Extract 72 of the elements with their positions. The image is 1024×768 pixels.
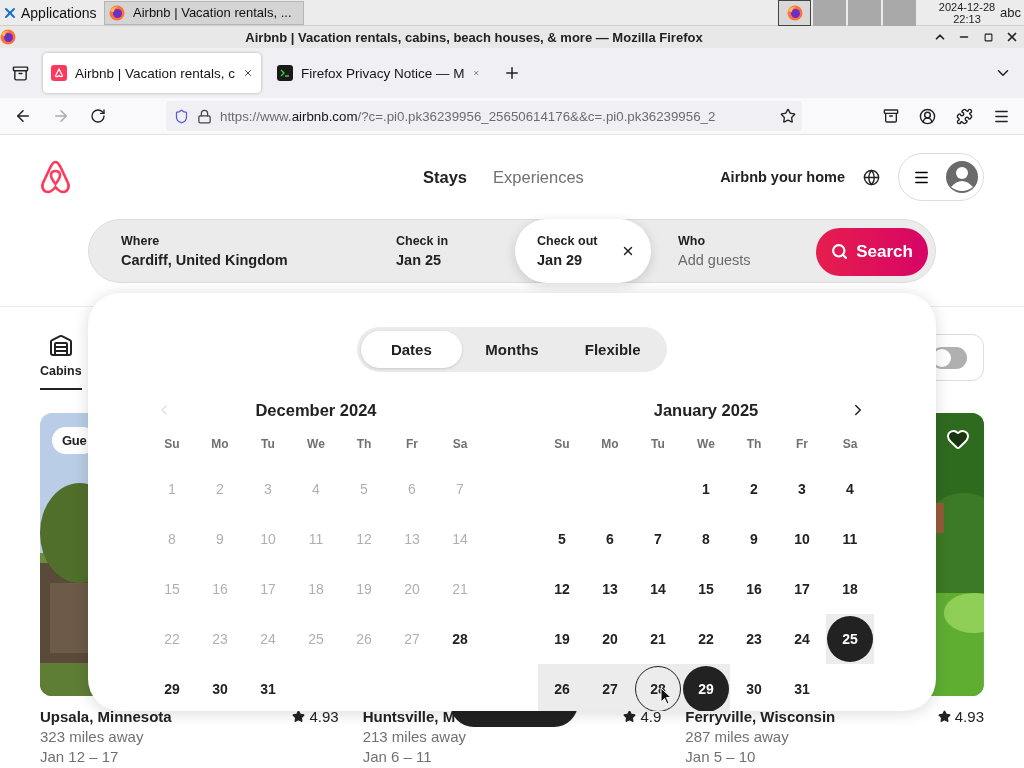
weekday-label: Th xyxy=(745,437,763,453)
weekday-label: Mo xyxy=(600,437,620,453)
month-title: January 2025 xyxy=(652,400,760,420)
mode-tab[interactable]: Flexible xyxy=(562,331,663,368)
listing-title[interactable]: Huntsville, M xyxy=(362,708,456,725)
search-button[interactable]: Search xyxy=(816,227,928,276)
search-field[interactable]: Check out Jan 29 xyxy=(515,219,651,283)
favicon-icon xyxy=(51,65,67,81)
search-field[interactable]: Where Cardiff, United Kingdom xyxy=(89,219,371,283)
terminal-icon xyxy=(277,65,293,81)
nav-tab[interactable]: Experiences xyxy=(493,159,584,195)
search-field[interactable]: Who Add guests xyxy=(651,219,816,283)
listing-dates: Jan 6 – 11 xyxy=(362,748,433,765)
clock: 2024-12-28 22:13 xyxy=(937,0,997,25)
listing-distance: 213 miles away xyxy=(362,728,468,745)
listing-title[interactable]: Ferryville, Wisconsin xyxy=(685,708,836,725)
weekday-label: We xyxy=(306,437,326,453)
workspace-cell[interactable] xyxy=(813,0,846,26)
weekday-label: Tu xyxy=(650,437,666,453)
rating: 4.93 xyxy=(292,708,339,725)
applications-menu[interactable]: Applications xyxy=(0,0,104,25)
calendar-day[interactable]: 29 xyxy=(682,664,730,711)
heart-icon[interactable] xyxy=(946,427,970,451)
calendar-day[interactable]: 27 xyxy=(586,664,634,711)
browser-tab[interactable]: Firefox Privacy Notice — M xyxy=(269,53,487,93)
firefox-icon xyxy=(109,4,125,21)
search-icon xyxy=(831,243,849,260)
mode-tab[interactable]: Months xyxy=(461,331,563,368)
mode-tab[interactable]: Dates xyxy=(361,331,462,368)
browser-tab[interactable]: Airbnb | Vacation rentals, c xyxy=(43,53,261,93)
listing-distance: 287 miles away xyxy=(685,728,790,745)
window-title: Airbnb | Vacation rentals, cabins, beach houses, & more — Mozilla Firefox xyxy=(244,29,704,45)
workspace-cell[interactable] xyxy=(778,0,811,26)
user-menu-button[interactable] xyxy=(898,153,984,201)
listing-title[interactable]: Upsala, Minnesota xyxy=(40,708,172,725)
bookmark-star-icon[interactable] xyxy=(780,108,796,124)
weekday-label: We xyxy=(696,437,716,453)
calendar-day[interactable]: 25 xyxy=(826,614,874,664)
month-title: December 2024 xyxy=(254,400,378,420)
logo-icon[interactable] xyxy=(40,160,71,194)
workspace-cell[interactable] xyxy=(883,0,916,26)
url-field[interactable]: https://www.airbnb.com/?c=.pi0.pk36239956_25650614176&&c=.pi0.pk36239956_2 xyxy=(166,101,802,131)
category-tab[interactable]: Cabins xyxy=(40,334,82,390)
listing-dates: Jan 5 – 10 xyxy=(685,748,757,765)
weekday-label: Fr xyxy=(405,437,419,453)
host-link[interactable]: Airbnb your home xyxy=(712,159,853,195)
weekday-label: Th xyxy=(355,437,373,453)
avatar-icon xyxy=(946,161,978,193)
guests-input[interactable]: Add guests xyxy=(678,252,798,268)
weekday-label: Fr xyxy=(795,437,809,453)
workspace-cell[interactable] xyxy=(848,0,881,26)
firefox-icon xyxy=(0,29,16,45)
keyboard-layout[interactable]: abc xyxy=(1000,5,1024,20)
rating: 4.93 xyxy=(937,708,984,725)
taskbar-window-button[interactable]: Airbnb | Vacation rentals, ... xyxy=(104,0,304,25)
weekday-label: Tu xyxy=(260,437,276,453)
listing-dates: Jan 12 – 17 xyxy=(40,748,120,765)
calendar-day[interactable]: 26 xyxy=(538,664,586,711)
weekday-label: Sa xyxy=(451,437,469,453)
listing-distance: 323 miles away xyxy=(40,728,145,745)
house-icon xyxy=(48,334,73,358)
globe-icon[interactable] xyxy=(863,168,880,186)
weekday-label: Sa xyxy=(841,437,859,453)
firefox-icon xyxy=(786,4,803,21)
rating: 4.9 xyxy=(623,708,662,725)
shield-icon[interactable] xyxy=(174,108,189,124)
nav-tab[interactable]: Stays xyxy=(423,159,468,195)
weekday-label: Su xyxy=(553,437,571,453)
lock-icon[interactable] xyxy=(197,108,212,124)
search-field[interactable]: Check in Jan 25 xyxy=(371,219,515,283)
weekday-label: Mo xyxy=(210,437,230,453)
weekday-label: Su xyxy=(163,437,181,453)
